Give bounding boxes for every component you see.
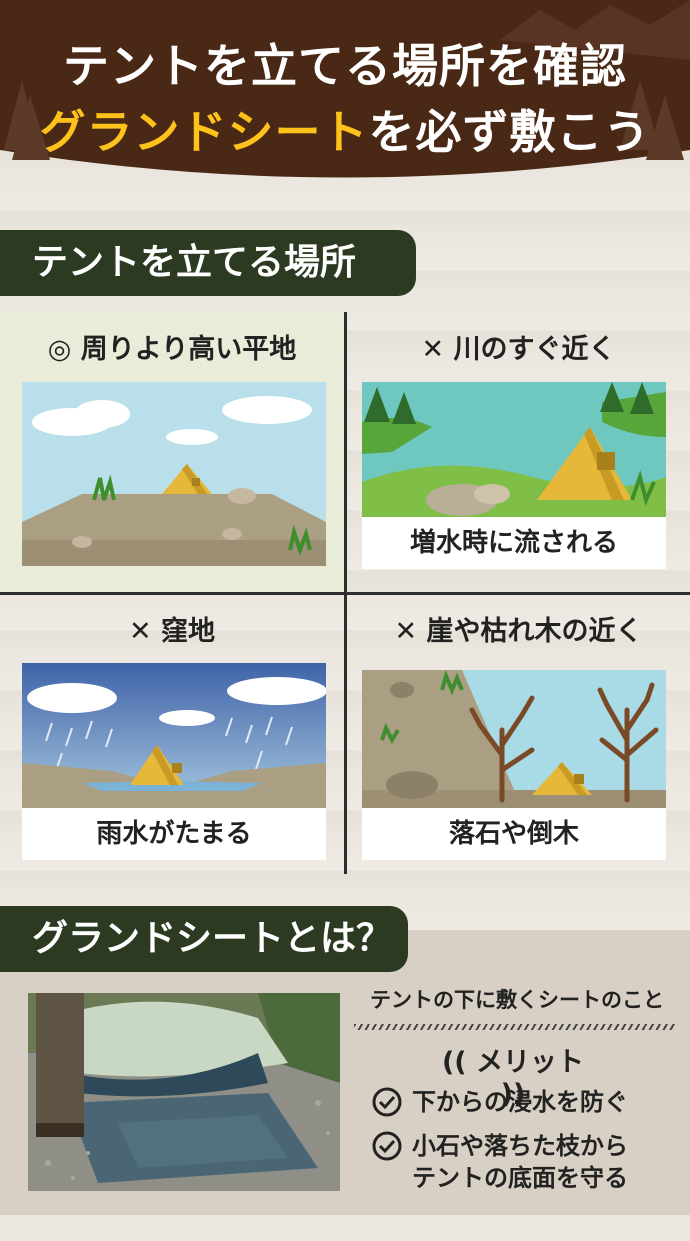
section-label-groundsheet: グランドシートとは？ [0,906,408,972]
merit-label-text: メリット [476,1047,585,1078]
scene-high-flat [22,382,326,566]
grid-divider-horizontal [0,592,690,595]
cell-title-text: 周りより高い平地 [80,334,297,365]
check-circle-icon [372,1131,402,1161]
check-circle-icon [372,1087,402,1117]
dashed-divider [354,1024,676,1030]
section-label-location: テントを立てる場所 [0,230,416,296]
cross-icon: ✕ [421,334,445,365]
header-rest: を必ず敷こう [368,105,651,159]
cell-title-text: 窪地 [161,616,216,647]
cross-icon: ✕ [394,616,418,647]
scene-hollow [22,663,326,808]
cell-title-hollow: ✕ 窪地 [0,612,344,652]
cell-title-text: 崖や枯れ木の近く [426,616,643,647]
merit-item-1: 下からの浸水を防ぐ [412,1088,628,1116]
cell-title-near-river: ✕ 川のすぐ近く [347,330,690,370]
cell-title-high-flat: ◎ 周りより高い平地 [0,330,344,370]
page: テントを立てる場所を確認 グランドシートを必ず敷こう テントを立てる場所 ◎ 周… [0,0,690,1241]
header-title-line1: テントを立てる場所を確認 [63,39,627,93]
scene-near-cliff [362,670,666,808]
header-highlight: グランドシート [39,105,369,159]
merit-item-3: テントの底面を守る [412,1164,628,1192]
caption-near-river: 増水時に流される [362,517,666,569]
cell-title-text: 川のすぐ近く [453,334,616,365]
header-banner: テントを立てる場所を確認 グランドシートを必ず敷こう [0,0,690,190]
groundsheet-photo [28,993,340,1191]
caption-near-cliff: 落石や倒木 [362,808,666,860]
merit-item-2: 小石や落ちた枝から [412,1132,628,1160]
bottom-strip [0,1215,690,1241]
caption-hollow: 雨水がたまる [22,808,326,860]
header-title-line2: グランドシートを必ず敷こう [0,96,690,162]
double-circle-icon: ◎ [47,334,72,365]
laurel-left-icon: (( [441,1047,477,1078]
cross-icon: ✕ [128,616,152,647]
groundsheet-description: テントの下に敷くシートのこと [370,988,664,1012]
scene-near-river [362,382,666,517]
cell-title-near-cliff: ✕ 崖や枯れ木の近く [347,612,690,652]
